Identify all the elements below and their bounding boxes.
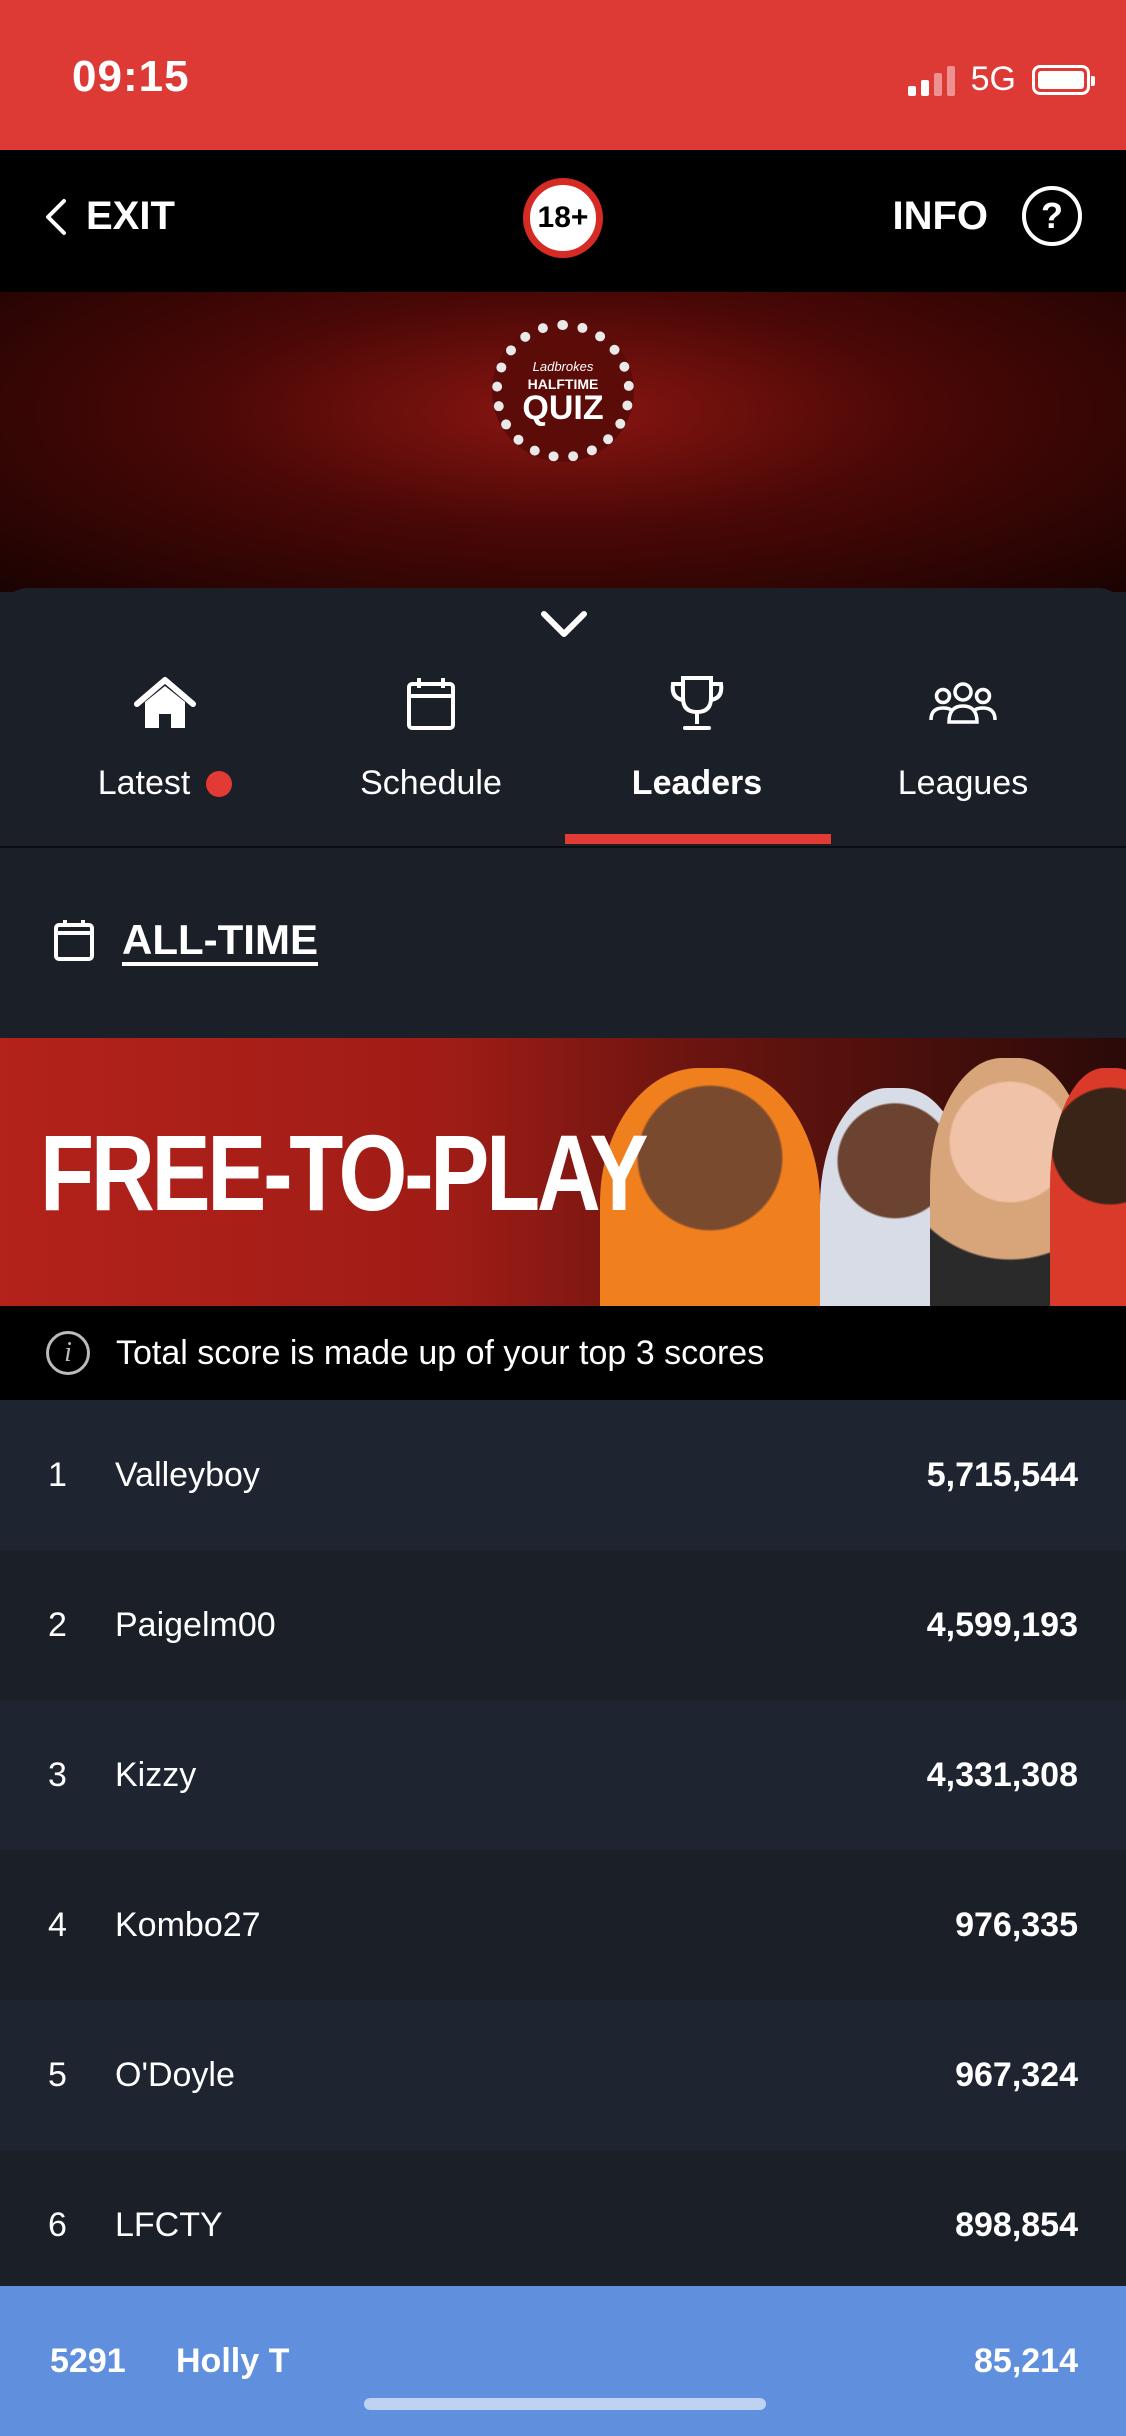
leaderboard-list: 1 Valleyboy 5,715,544 2 Paigelm00 4,599,… bbox=[0, 1400, 1126, 2300]
player-score: 4,331,308 bbox=[926, 1755, 1078, 1794]
rank: 2 bbox=[48, 1605, 67, 1644]
info-icon: i bbox=[46, 1331, 90, 1375]
player-score: 898,854 bbox=[955, 2205, 1078, 2244]
home-indicator[interactable] bbox=[364, 2398, 766, 2410]
promo-banner[interactable]: FREE-TO-PLAY bbox=[0, 1038, 1126, 1306]
current-user-name: Holly T bbox=[176, 2341, 290, 2380]
leaderboard-row[interactable]: 6 LFCTY 898,854 bbox=[0, 2150, 1126, 2300]
tab-panel: Latest Schedule Leaders Leagues bbox=[0, 588, 1126, 848]
player-name: Kombo27 bbox=[115, 1905, 261, 1944]
info-button[interactable]: INFO ? bbox=[892, 186, 1082, 246]
player-score: 4,599,193 bbox=[926, 1605, 1078, 1644]
tab-schedule[interactable]: Schedule bbox=[298, 668, 564, 846]
banner-title: FREE-TO-PLAY bbox=[40, 1112, 649, 1233]
rank: 4 bbox=[48, 1905, 67, 1944]
rank: 6 bbox=[48, 2205, 67, 2244]
hero-header: Ladbrokes HALFTIME QUIZ bbox=[0, 292, 1126, 592]
trophy-icon bbox=[670, 676, 724, 730]
player-name: O'Doyle bbox=[115, 2055, 235, 2094]
active-tab-indicator bbox=[565, 834, 831, 844]
tab-label: Latest bbox=[97, 764, 191, 802]
current-user-row[interactable]: 5291 Holly T 85,214 bbox=[0, 2286, 1126, 2436]
exit-label: EXIT bbox=[86, 194, 175, 238]
help-icon: ? bbox=[1022, 186, 1082, 246]
status-time: 09:15 bbox=[72, 52, 190, 101]
tab-leaders[interactable]: Leaders bbox=[564, 668, 830, 846]
tab-latest[interactable]: Latest bbox=[32, 668, 298, 846]
status-indicators: 5G bbox=[907, 60, 1095, 99]
rank: 3 bbox=[48, 1755, 67, 1794]
leaderboard-row[interactable]: 5 O'Doyle 967,324 bbox=[0, 2000, 1126, 2150]
calendar-icon bbox=[407, 678, 455, 730]
logo-brand: Ladbrokes bbox=[532, 358, 594, 374]
info-note-text: Total score is made up of your top 3 sco… bbox=[116, 1333, 765, 1372]
leaderboard-row[interactable]: 3 Kizzy 4,331,308 bbox=[0, 1700, 1126, 1850]
player-name: Valleyboy bbox=[115, 1455, 260, 1494]
leaderboard-row[interactable]: 1 Valleyboy 5,715,544 bbox=[0, 1400, 1126, 1550]
tab-leagues[interactable]: Leagues bbox=[830, 668, 1096, 846]
current-user-score: 85,214 bbox=[974, 2341, 1078, 2380]
info-label: INFO bbox=[892, 193, 988, 238]
group-icon bbox=[929, 682, 997, 724]
player-score: 967,324 bbox=[955, 2055, 1078, 2094]
tab-label: Leaders bbox=[631, 764, 763, 802]
chevron-down-icon[interactable] bbox=[538, 604, 590, 644]
notification-dot bbox=[206, 770, 233, 797]
period-section: ALL-TIME bbox=[0, 848, 1126, 1038]
tab-bar: Latest Schedule Leaders Leagues bbox=[0, 668, 1126, 846]
period-selector[interactable]: ALL-TIME bbox=[52, 916, 318, 964]
leaderboard-row[interactable]: 2 Paigelm00 4,599,193 bbox=[0, 1550, 1126, 1700]
home-icon bbox=[134, 677, 196, 728]
chevron-left-icon bbox=[46, 198, 66, 235]
exit-button[interactable]: EXIT bbox=[44, 194, 175, 239]
logo-line2: QUIZ bbox=[522, 388, 604, 427]
network-label: 5G bbox=[970, 60, 1016, 98]
tab-label: Schedule bbox=[360, 764, 502, 802]
tab-label: Leagues bbox=[897, 764, 1029, 802]
top-nav: EXIT 18+ INFO ? bbox=[0, 150, 1126, 292]
player-name: Paigelm00 bbox=[115, 1605, 276, 1644]
score-info-note: i Total score is made up of your top 3 s… bbox=[0, 1306, 1126, 1400]
age-restriction-badge: 18+ bbox=[523, 178, 603, 258]
player-score: 976,335 bbox=[955, 1905, 1078, 1944]
period-label: ALL-TIME bbox=[122, 916, 318, 963]
rank: 5 bbox=[48, 2055, 67, 2094]
player-name: LFCTY bbox=[115, 2205, 223, 2244]
rank: 1 bbox=[48, 1455, 67, 1494]
player-score: 5,715,544 bbox=[926, 1455, 1078, 1494]
battery-icon bbox=[1032, 64, 1095, 95]
halftime-quiz-logo: Ladbrokes HALFTIME QUIZ bbox=[492, 320, 634, 462]
status-bar: 09:15 5G bbox=[0, 0, 1126, 150]
current-user-rank: 5291 bbox=[50, 2341, 126, 2380]
player-name: Kizzy bbox=[115, 1755, 197, 1794]
signal-icon bbox=[907, 64, 955, 96]
calendar-icon bbox=[54, 920, 94, 961]
leaderboard-row[interactable]: 4 Kombo27 976,335 bbox=[0, 1850, 1126, 2000]
